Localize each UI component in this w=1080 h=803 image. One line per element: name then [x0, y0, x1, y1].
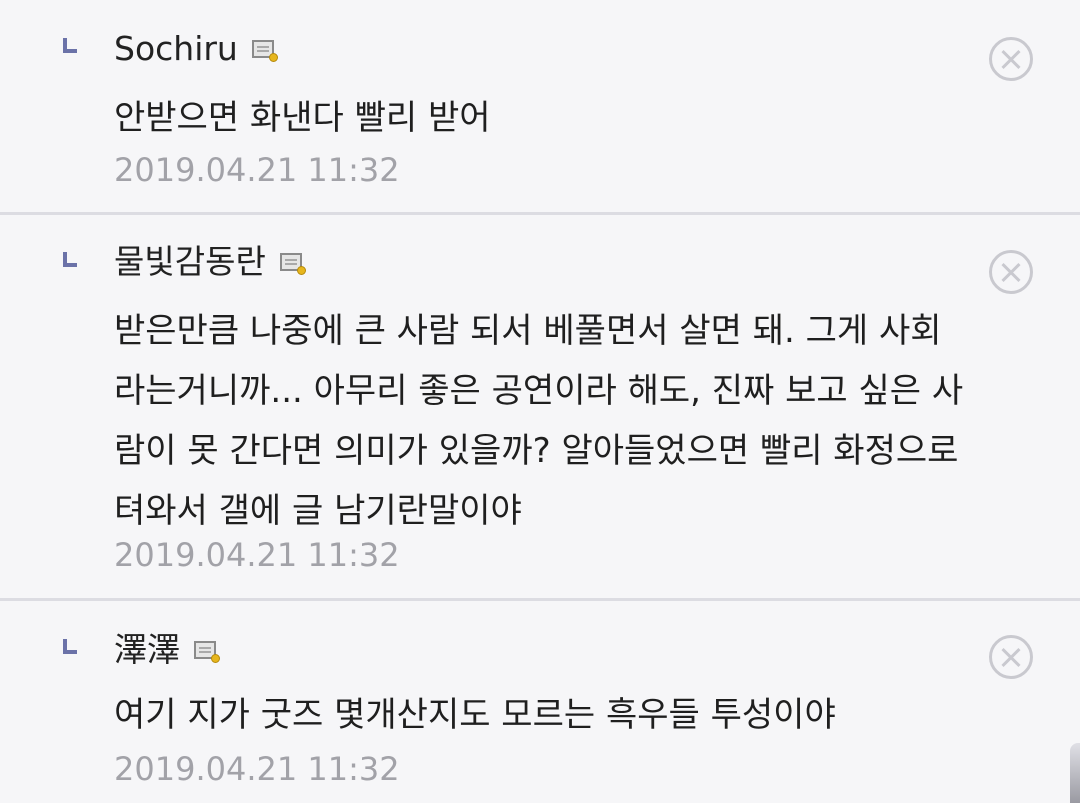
page-curl-edge	[1070, 743, 1080, 803]
reply-arrow-icon	[63, 38, 77, 53]
comment-item: 澤澤 여기 지가 굿즈 몇개산지도 모르는 흑우들 투성이야 2019.04.2…	[0, 601, 1080, 803]
memo-icon	[279, 253, 306, 275]
delete-comment-button[interactable]	[989, 635, 1033, 679]
comment-item: 물빛감동란 받은만큼 나중에 큰 사람 되서 베풀면서 살면 돼. 그게 사회 …	[0, 215, 1080, 600]
comment-timestamp: 2019.04.21 11:32	[114, 750, 400, 788]
memo-icon	[194, 641, 220, 663]
comment-list: Sochiru 안받으면 화낸다 빨리 받어 2019.04.21 11:32 …	[0, 0, 1080, 803]
comment-body: 안받으면 화낸다 빨리 받어	[114, 98, 491, 138]
author-name[interactable]: 澤澤	[114, 630, 180, 669]
comment-author[interactable]: 澤澤	[114, 630, 220, 670]
comment-timestamp: 2019.04.21 11:32	[114, 536, 400, 574]
memo-icon	[251, 40, 278, 62]
comment-timestamp: 2019.04.21 11:32	[114, 151, 400, 189]
comment-body: 여기 지가 굿즈 몇개산지도 모르는 흑우들 투성이야	[114, 695, 836, 735]
reply-arrow-icon	[63, 639, 77, 654]
delete-comment-button[interactable]	[989, 250, 1033, 294]
comment-body: 받은만큼 나중에 큰 사람 되서 베풀면서 살면 돼. 그게 사회 라는거니까.…	[114, 311, 964, 531]
comment-author[interactable]: 물빛감동란	[114, 242, 306, 282]
delete-comment-button[interactable]	[989, 37, 1033, 81]
comment-author[interactable]: Sochiru	[114, 29, 278, 69]
comment-item: Sochiru 안받으면 화낸다 빨리 받어 2019.04.21 11:32	[0, 0, 1080, 213]
reply-arrow-icon	[63, 252, 77, 267]
author-name[interactable]: 물빛감동란	[114, 242, 266, 281]
author-name[interactable]: Sochiru	[114, 29, 238, 68]
